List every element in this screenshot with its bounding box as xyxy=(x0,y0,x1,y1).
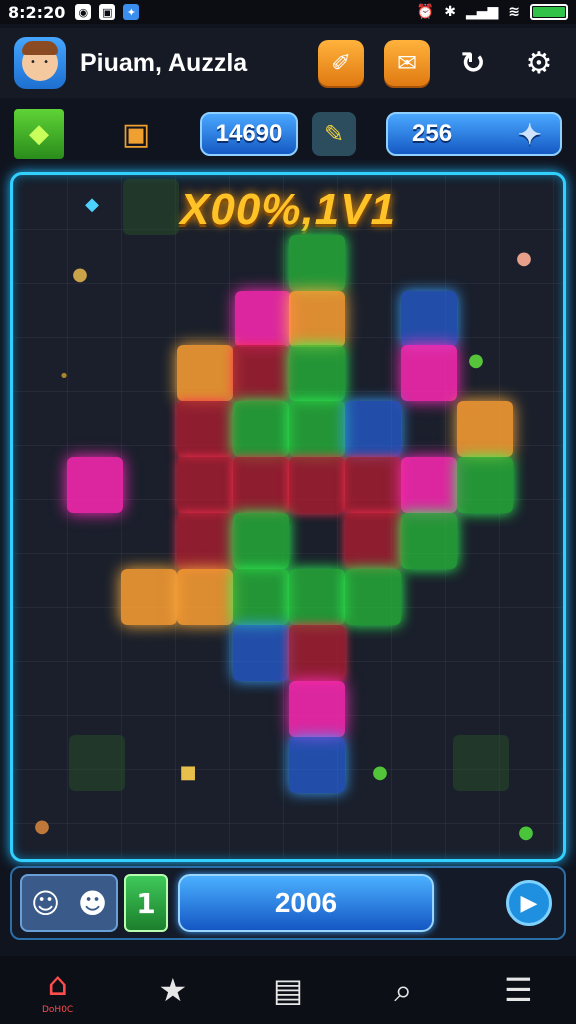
puzzle-piece[interactable] xyxy=(69,735,125,791)
resource-bar: ◆ ▣ 14690 ✎ 256 ✦ xyxy=(0,100,576,168)
puzzle-piece[interactable] xyxy=(121,569,177,625)
puzzle-piece[interactable] xyxy=(345,513,401,569)
status-bar: 8:2:20 ◉ ▣ ✦ ⏰ ✱ ▂▄▆ ≋ xyxy=(0,0,576,24)
pot-icon[interactable]: ● xyxy=(31,815,53,837)
puzzle-piece[interactable] xyxy=(233,513,289,569)
wifi-icon: ≋ xyxy=(508,4,520,20)
player-avatar[interactable] xyxy=(14,37,66,89)
mail-icon: ✉ xyxy=(396,49,418,77)
puzzle-piece[interactable] xyxy=(177,569,233,625)
puzzle-piece[interactable] xyxy=(289,235,345,291)
image-icon: ▣ xyxy=(99,4,116,20)
puzzle-piece[interactable] xyxy=(233,457,289,513)
status-time: 8:2:20 xyxy=(8,2,66,22)
app-icon: ✦ xyxy=(123,4,140,20)
play-button[interactable]: ▶ xyxy=(506,880,552,926)
friends-panel[interactable]: ☺ ☻ xyxy=(20,874,118,932)
puzzle-piece[interactable] xyxy=(123,179,179,235)
friend-avatar-2: ☻ xyxy=(77,886,108,920)
puzzle-piece[interactable] xyxy=(401,457,457,513)
puzzle-piece[interactable] xyxy=(345,401,401,457)
pencil-icon[interactable]: ✎ xyxy=(312,112,356,156)
puzzle-piece[interactable] xyxy=(177,345,233,401)
puzzle-piece[interactable] xyxy=(233,625,289,681)
nut-icon[interactable]: ● xyxy=(69,263,91,285)
puzzle-piece[interactable] xyxy=(345,569,401,625)
nav-home-label: DoH0C xyxy=(41,1005,74,1015)
puzzle-piece[interactable] xyxy=(177,457,233,513)
bead-icon[interactable]: • xyxy=(53,365,75,387)
friend-avatar-1: ☺ xyxy=(30,886,61,920)
bottom-nav: ⌂ DoH0C ★ ▤ ⌕ ☰ xyxy=(0,956,576,1024)
settings-icon: ⚙ xyxy=(525,45,553,81)
nav-list[interactable]: ☰ xyxy=(488,960,548,1020)
list-icon: ☰ xyxy=(504,971,533,1009)
bluetooth-icon: ✱ xyxy=(444,4,456,20)
star-icon: ★ xyxy=(158,971,188,1009)
leaf-icon[interactable]: ● xyxy=(465,349,487,371)
plant-icon[interactable]: ● xyxy=(369,761,391,783)
gems-display[interactable]: 256 ✦ xyxy=(386,112,562,156)
puzzle-piece[interactable] xyxy=(457,401,513,457)
puzzle-piece[interactable] xyxy=(289,681,345,737)
crystal-icon[interactable]: ◆ xyxy=(81,193,103,215)
nav-search[interactable]: ⌕ xyxy=(373,960,433,1020)
play-icon: ▶ xyxy=(520,890,538,916)
alarm-icon: ⏰ xyxy=(416,4,435,20)
puzzle-piece[interactable] xyxy=(289,457,345,513)
signal-icon: ▂▄▆ xyxy=(465,4,499,20)
puzzle-piece[interactable] xyxy=(289,291,345,347)
puzzle-piece[interactable] xyxy=(177,401,233,457)
puzzle-piece[interactable] xyxy=(457,457,513,513)
status-right: ⏰ ✱ ▂▄▆ ≋ xyxy=(417,4,568,20)
refresh-button[interactable]: ↻ xyxy=(450,40,496,86)
puzzle-piece[interactable] xyxy=(289,625,345,681)
notification-icon: ◉ xyxy=(75,4,92,20)
puzzle-piece[interactable] xyxy=(233,569,289,625)
gem-icon: ✦ xyxy=(518,119,542,150)
puzzle-piece[interactable] xyxy=(401,513,457,569)
header: Piuam, Auzzla ✐ ✉ ↻ ⚙ xyxy=(0,28,576,98)
puzzle-piece[interactable] xyxy=(177,513,233,569)
puzzle-piece[interactable] xyxy=(289,401,345,457)
puzzle-piece[interactable] xyxy=(233,401,289,457)
puzzle-piece[interactable] xyxy=(289,345,345,401)
puzzle-piece[interactable] xyxy=(289,737,345,793)
gems-count: 256 xyxy=(412,120,453,147)
puzzle-piece[interactable] xyxy=(401,291,457,347)
chest-icon[interactable]: ▣ xyxy=(112,112,160,156)
puzzle-piece[interactable] xyxy=(289,569,345,625)
gold-cube-icon[interactable]: ■ xyxy=(177,761,199,783)
score-display: 14690 xyxy=(200,112,298,156)
battery-icon xyxy=(530,4,568,20)
progress-bar: 2006 xyxy=(178,874,434,932)
search-icon: ⌕ xyxy=(394,970,413,1009)
hammer-icon: ✐ xyxy=(330,49,352,77)
refresh-icon: ↻ xyxy=(460,45,486,81)
nav-document[interactable]: ▤ xyxy=(258,960,318,1020)
green-orb-icon[interactable]: ● xyxy=(515,821,537,843)
puzzle-piece[interactable] xyxy=(345,457,401,513)
mail-button[interactable]: ✉ xyxy=(384,40,430,86)
puzzle-piece[interactable] xyxy=(401,345,457,401)
level-badge: 1 xyxy=(124,874,168,932)
puzzle-piece[interactable] xyxy=(453,735,509,791)
bottom-bar: ☺ ☻ 1 2006 ▶ xyxy=(10,866,566,940)
puzzle-piece[interactable] xyxy=(235,291,291,347)
document-icon: ▤ xyxy=(272,971,304,1009)
puzzle-piece[interactable] xyxy=(67,457,123,513)
hammer-button[interactable]: ✐ xyxy=(318,40,364,86)
nav-favorites[interactable]: ★ xyxy=(143,960,203,1020)
jar-icon[interactable]: ● xyxy=(513,247,535,269)
page-title: Piuam, Auzzla xyxy=(80,48,248,77)
puzzle-piece[interactable] xyxy=(233,345,289,401)
puzzle-board[interactable]: X00%,1V1 ◆ ● ● ● • ■ ● ● ● xyxy=(10,172,566,862)
home-icon: ⌂ xyxy=(47,965,68,1003)
settings-button[interactable]: ⚙ xyxy=(516,40,562,86)
cube-icon[interactable]: ◆ xyxy=(14,109,64,159)
nav-home[interactable]: ⌂ DoH0C xyxy=(28,960,88,1020)
